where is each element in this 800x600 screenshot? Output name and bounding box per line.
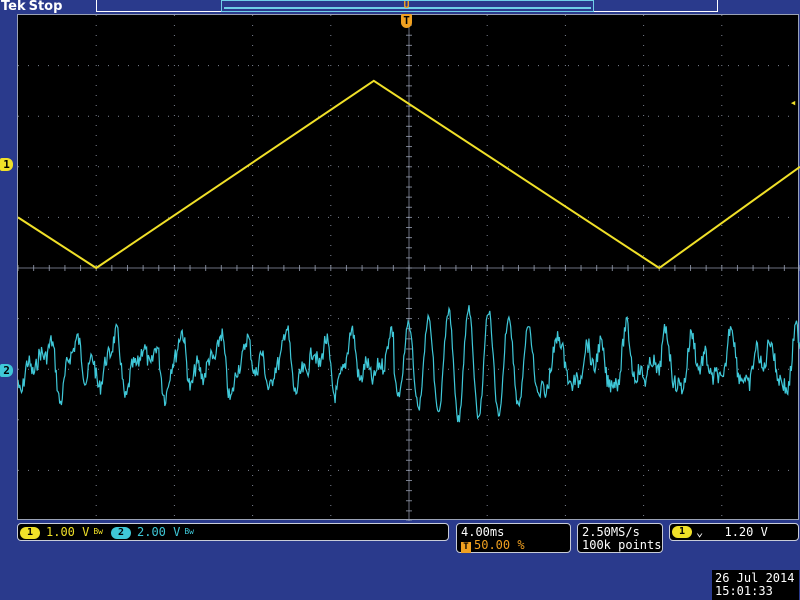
trigger-level-arrow-icon[interactable]: ◂	[787, 96, 799, 110]
tek-status-label: Tek Stop	[0, 0, 62, 14]
scope-display[interactable]	[17, 14, 800, 521]
timebase-readout[interactable]: 4.00ms T 50.00 %	[456, 523, 571, 553]
channel-2-ground-marker-icon[interactable]: 2	[0, 364, 13, 377]
record-length: 100k points	[582, 538, 662, 552]
waveform-graticule	[18, 15, 800, 521]
trigger-position-t-icon: T	[461, 542, 471, 553]
falling-edge-icon: ⌄	[696, 525, 704, 539]
trigger-position-percent: 50.00 %	[474, 538, 525, 552]
acquisition-status: Stop	[28, 0, 63, 14]
acquisition-readout[interactable]: 2.50MS/s 100k points	[577, 523, 663, 553]
channel-1-ground-marker-icon[interactable]: 1	[0, 158, 13, 171]
timebase-scale: 4.00ms	[461, 525, 505, 539]
channel-2-scale: 2.00 V	[137, 525, 181, 539]
channel-1-badge[interactable]: 1	[20, 526, 40, 539]
channel-2-badge[interactable]: 2	[111, 526, 131, 539]
time: 15:01:33	[715, 584, 773, 598]
trigger-readout[interactable]: 1 ⌄ 1.20 V	[669, 523, 799, 541]
trigger-settings-row: ⌄ 1.20 V	[696, 525, 768, 539]
trigger-position-row: T 50.00 %	[461, 538, 525, 553]
date: 26 Jul 2014	[715, 571, 795, 585]
brand-name: Tek	[1, 0, 26, 14]
date-time-readout: 26 Jul 2014 15:01:33	[712, 570, 799, 600]
trigger-level: 1.20 V	[724, 525, 768, 539]
trigger-source-badge: 1	[672, 526, 692, 538]
channel-scale-readout[interactable]: 1 1.00 V Bw 2 2.00 V Bw	[17, 523, 449, 541]
sample-rate: 2.50MS/s	[582, 525, 640, 539]
trigger-point-u-icon: U	[403, 0, 410, 11]
channel-1-bandwidth-limit-icon: Bw	[93, 527, 103, 536]
channel-scale-row: 1 1.00 V Bw 2 2.00 V Bw	[20, 525, 194, 539]
channel-1-scale: 1.00 V	[46, 525, 90, 539]
trigger-position-marker-icon[interactable]: T	[401, 14, 412, 28]
graticule-grid	[18, 15, 800, 521]
channel-2-bandwidth-limit-icon: Bw	[184, 527, 194, 536]
